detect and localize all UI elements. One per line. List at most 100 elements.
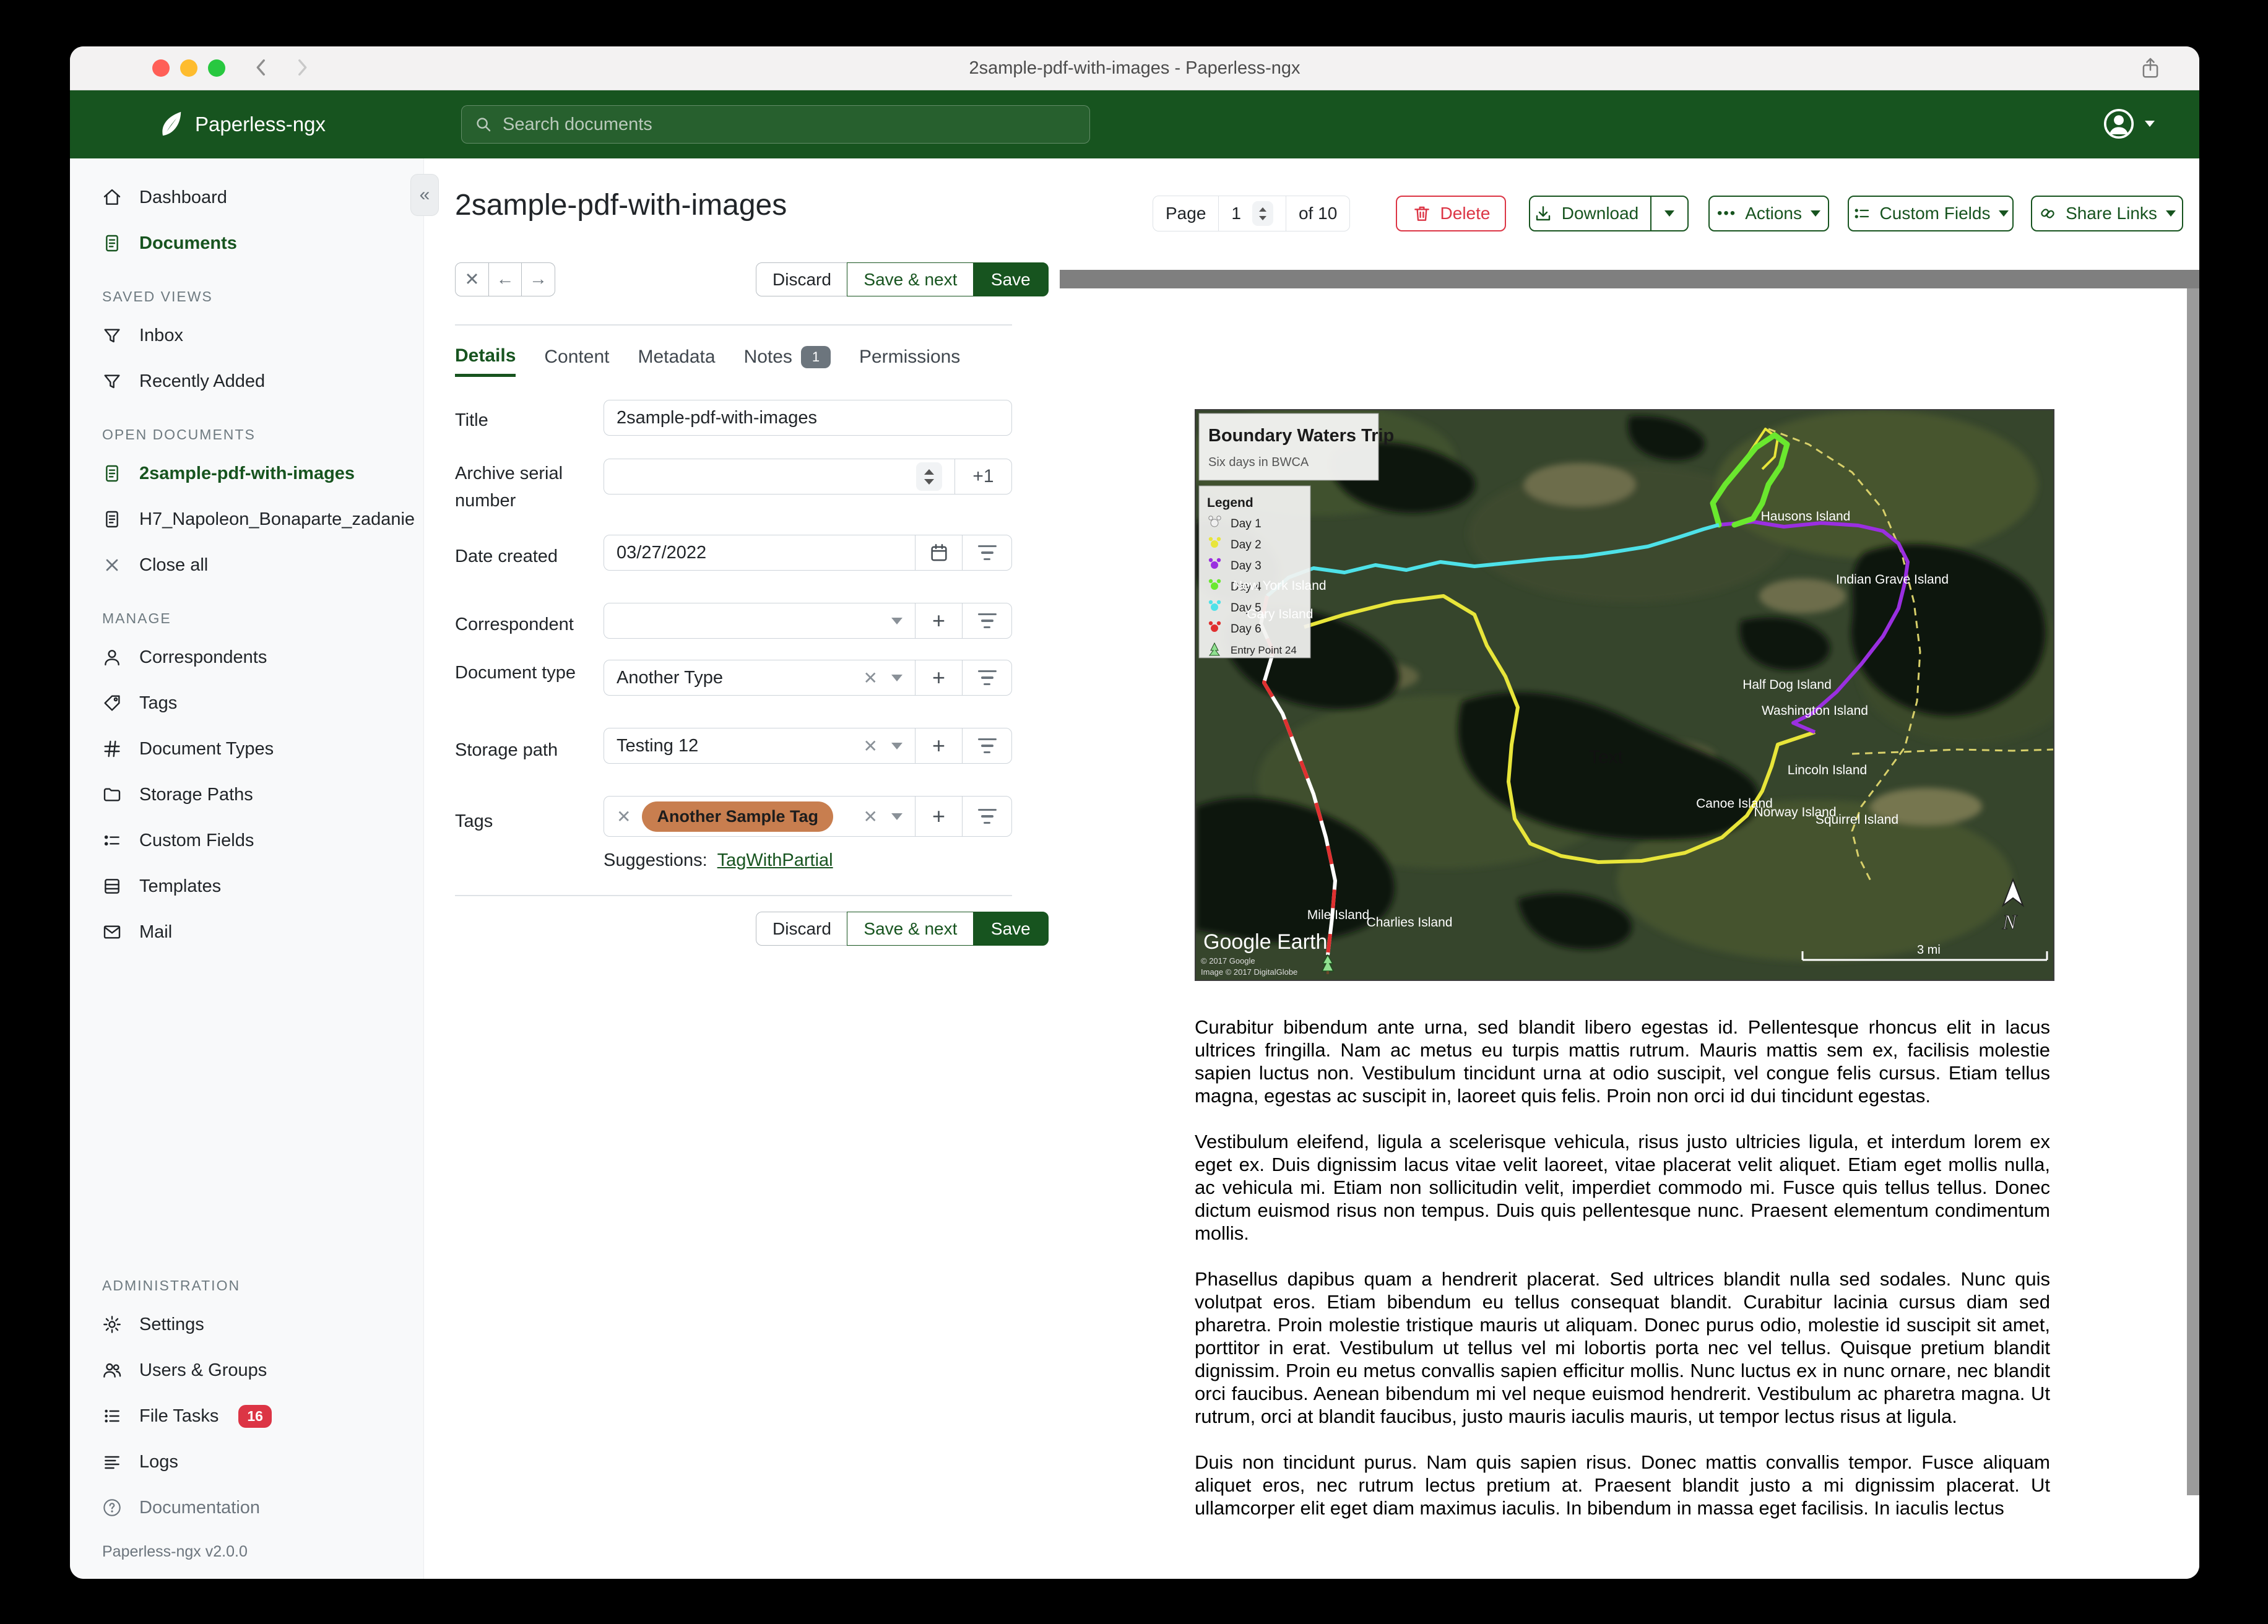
map-figure: Boundary Waters Trip Six days in BWCA Le… <box>1184 404 2081 981</box>
date-created-input[interactable]: 03/27/2022 <box>604 535 915 570</box>
tab-details[interactable]: Details <box>455 338 516 377</box>
asn-input[interactable] <box>604 459 954 494</box>
paragraph: Vestibulum eleifend, ligula a scelerisqu… <box>1195 1131 2050 1244</box>
chevron-down-icon <box>891 674 902 681</box>
title-input[interactable]: 2sample-pdf-with-images <box>604 400 1012 436</box>
svg-text:Charlies Island: Charlies Island <box>1367 915 1453 930</box>
add-tag-button[interactable]: + <box>915 797 962 836</box>
legend-title: Legend <box>1207 496 1253 510</box>
funnel-icon <box>104 329 120 343</box>
storage-path-filter-button[interactable] <box>962 728 1011 763</box>
asn-plus-one-button[interactable]: +1 <box>954 459 1011 494</box>
save-button[interactable]: Save <box>972 262 1049 296</box>
correspondent-filter-button[interactable] <box>962 603 1011 638</box>
calendar-button[interactable] <box>915 535 962 570</box>
person-icon <box>105 650 119 666</box>
download-button[interactable]: Download <box>1530 204 1642 223</box>
sidebar-item-tags[interactable]: Tags <box>70 680 423 726</box>
users-icon <box>103 1363 121 1378</box>
sidebar-item-users-groups[interactable]: Users & Groups <box>70 1347 423 1393</box>
date-filter-button[interactable] <box>962 535 1011 570</box>
sidebar-item-correspondents[interactable]: Correspondents <box>70 634 423 680</box>
discard-button[interactable]: Discard <box>756 912 848 946</box>
add-correspondent-button[interactable]: + <box>915 603 962 638</box>
add-document-type-button[interactable]: + <box>915 660 962 695</box>
custom-fields-button[interactable]: Custom Fields <box>1848 196 2014 231</box>
clear-icon[interactable]: ✕ <box>863 806 878 827</box>
sidebar-item-storage-paths[interactable]: Storage Paths <box>70 772 423 818</box>
share-icon[interactable] <box>2139 56 2162 80</box>
page-stepper[interactable] <box>1252 201 1273 226</box>
search-input[interactable]: Search documents <box>461 105 1090 144</box>
add-storage-path-button[interactable]: + <box>915 728 962 763</box>
sidebar-item-inbox[interactable]: Inbox <box>70 313 423 358</box>
sidebar-item-custom-fields[interactable]: Custom Fields <box>70 818 423 863</box>
svg-text:Day 3: Day 3 <box>1231 559 1262 572</box>
document-type-select[interactable]: Another Type ✕ <box>604 660 915 695</box>
sidebar-item-open-doc-2[interactable]: H7_Napoleon_Bonaparte_zadanie <box>70 496 423 542</box>
sidebar-section-saved-views: SAVED VIEWS <box>102 288 213 304</box>
clear-icon[interactable]: ✕ <box>863 668 878 688</box>
sidebar-item-document-types[interactable]: Document Types <box>70 726 423 772</box>
delete-button[interactable]: Delete <box>1396 196 1506 231</box>
user-menu[interactable] <box>2101 106 2155 141</box>
app-version: Paperless-ngx v2.0.0 <box>102 1543 248 1560</box>
tags-label: Tags <box>455 811 493 831</box>
map-title: Boundary Waters Trip <box>1208 426 1394 446</box>
page-number-input[interactable]: 1 <box>1218 196 1286 231</box>
next-document-button[interactable]: → <box>521 262 555 296</box>
close-icon <box>106 559 118 571</box>
sidebar-item-file-tasks[interactable]: File Tasks 16 <box>70 1393 423 1439</box>
save-and-next-button[interactable]: Save & next <box>847 262 974 296</box>
sidebar-item-documents[interactable]: Documents <box>70 220 423 266</box>
tags-select[interactable]: ✕ Another Sample Tag ✕ <box>604 797 915 836</box>
actions-button[interactable]: ••• Actions <box>1708 196 1829 231</box>
sidebar-item-templates[interactable]: Templates <box>70 863 423 909</box>
tab-content[interactable]: Content <box>544 339 609 375</box>
filter-icon <box>977 808 997 824</box>
sidebar-item-open-doc-1[interactable]: 2sample-pdf-with-images <box>70 451 423 496</box>
paragraph: Duis non tincidunt purus. Nam quis sapie… <box>1195 1451 2050 1519</box>
paragraph: Curabitur bibendum ante urna, sed blandi… <box>1195 1016 2050 1107</box>
tab-metadata[interactable]: Metadata <box>638 339 715 375</box>
save-button[interactable]: Save <box>972 912 1049 946</box>
clear-icon[interactable]: ✕ <box>863 736 878 756</box>
sidebar-item-dashboard[interactable]: Dashboard <box>70 175 423 220</box>
clear-icon[interactable]: ✕ <box>617 806 631 827</box>
save-button-group-top: Discard Save & next Save <box>756 262 1049 296</box>
trash-icon <box>1414 206 1429 221</box>
storage-path-select[interactable]: Testing 12 ✕ <box>604 728 915 763</box>
layout-icon <box>105 879 119 894</box>
tag-chip[interactable]: Another Sample Tag <box>642 801 834 832</box>
chevron-down-icon <box>2165 210 2176 217</box>
sidebar-item-documentation[interactable]: Documentation <box>70 1485 423 1531</box>
document-nav-group: ✕ ← → <box>455 262 555 296</box>
download-icon <box>1536 206 1550 221</box>
paragraph: Phasellus dapibus quam a hendrerit place… <box>1195 1268 2050 1427</box>
tag-suggestion-link[interactable]: TagWithPartial <box>717 850 833 871</box>
tab-notes[interactable]: Notes 1 <box>744 339 831 375</box>
tab-permissions[interactable]: Permissions <box>859 339 960 375</box>
filter-icon <box>977 545 997 561</box>
document-type-filter-button[interactable] <box>962 660 1011 695</box>
page-title: 2sample-pdf-with-images <box>455 189 787 222</box>
app-window: 2sample-pdf-with-images - Paperless-ngx … <box>70 46 2199 1579</box>
sidebar-item-close-all[interactable]: Close all <box>70 542 423 588</box>
sidebar-collapse-button[interactable]: « <box>410 174 439 216</box>
correspondent-select[interactable] <box>604 603 915 638</box>
sidebar-item-settings[interactable]: Settings <box>70 1302 423 1347</box>
sidebar-item-mail[interactable]: Mail <box>70 909 423 955</box>
save-and-next-button[interactable]: Save & next <box>847 912 974 946</box>
sidebar-item-recently-added[interactable]: Recently Added <box>70 358 423 404</box>
page-label: Page <box>1166 204 1206 223</box>
preview-scrollbar[interactable] <box>2187 288 2199 1495</box>
filter-icon <box>977 670 997 686</box>
sidebar-item-logs[interactable]: Logs <box>70 1439 423 1485</box>
close-document-button[interactable]: ✕ <box>455 262 489 296</box>
tags-filter-button[interactable] <box>962 797 1011 836</box>
share-links-button[interactable]: Share Links <box>2031 196 2183 231</box>
asn-stepper[interactable] <box>916 462 942 491</box>
download-options-button[interactable] <box>1650 197 1687 230</box>
previous-document-button[interactable]: ← <box>488 262 522 296</box>
discard-button[interactable]: Discard <box>756 262 848 296</box>
